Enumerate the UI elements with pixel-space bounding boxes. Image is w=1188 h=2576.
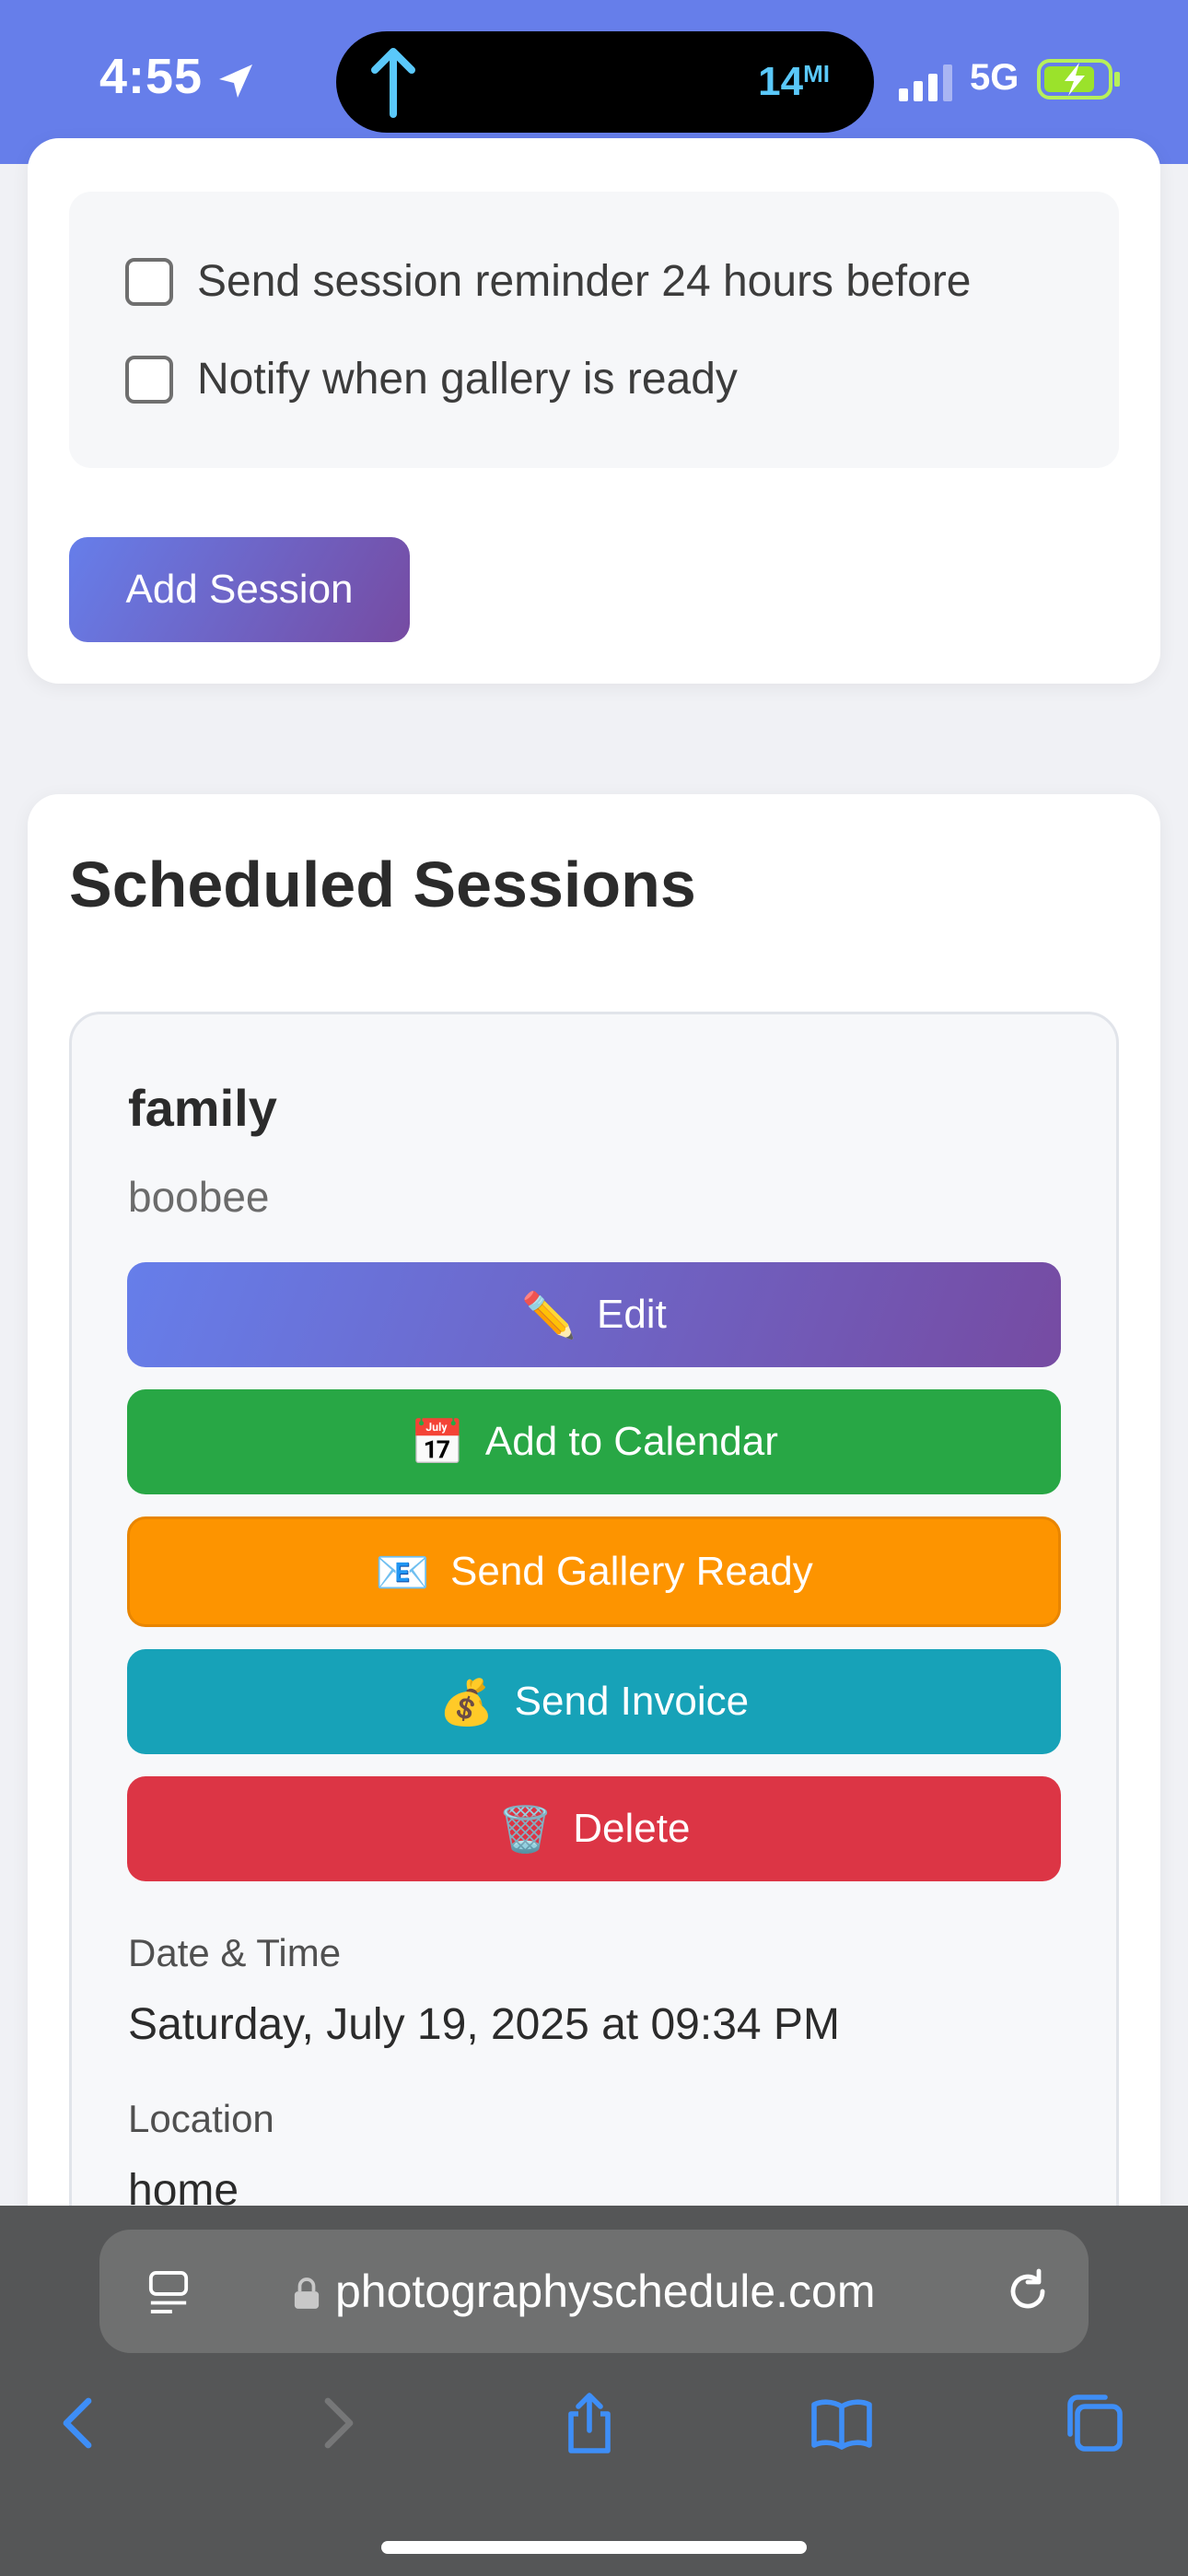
datetime-value: Saturday, July 19, 2025 at 09:34 PM [128,2000,840,2049]
datetime-label: Date & Time [128,1931,342,1974]
reminder-checkbox[interactable] [125,257,173,306]
bookmarks-icon[interactable] [809,2390,875,2456]
signal-icon [899,64,952,101]
tabs-icon[interactable] [1061,2390,1127,2456]
reload-icon[interactable] [1004,2266,1052,2316]
session-type: family [128,1079,277,1137]
share-icon[interactable] [556,2390,623,2456]
battery-charging-icon [1037,59,1120,100]
navigation-distance: 14MI [758,59,830,104]
pencil-icon: ✏️ [521,1291,577,1341]
money-bag-icon: 💰 [438,1678,495,1727]
calendar-label: Add to Calendar [484,1419,778,1464]
edit-button[interactable]: ✏️ Edit [127,1262,1061,1367]
network-type: 5G [970,57,1019,98]
send-invoice-button[interactable]: 💰 Send Invoice [127,1649,1061,1754]
invoice-label: Send Invoice [514,1679,750,1724]
reminder-option[interactable]: Send session reminder 24 hours before [125,256,972,307]
lock-icon [294,2277,320,2309]
gallery-checkbox[interactable] [125,355,173,404]
back-icon[interactable] [46,2390,112,2456]
gallery-option[interactable]: Notify when gallery is ready [125,354,738,404]
session-client: boobee [128,1173,270,1221]
navigation-arrow-icon [371,48,415,118]
add-to-calendar-button[interactable]: 📅 Add to Calendar [127,1389,1061,1494]
home-indicator [381,2541,807,2554]
gallery-label: Notify when gallery is ready [197,355,738,404]
gallery-ready-label: Send Gallery Ready [450,1549,813,1594]
url-text[interactable]: photographyschedule.com [335,2265,876,2318]
reader-icon[interactable] [147,2268,190,2316]
forward-icon[interactable] [304,2390,370,2456]
trash-icon: 🗑️ [497,1805,553,1855]
notification-options [69,192,1119,468]
location-label: Location [128,2097,274,2140]
delete-label: Delete [573,1806,691,1851]
section-title: Scheduled Sessions [69,849,696,920]
edit-label: Edit [596,1292,667,1337]
status-time: 4:55 [99,49,204,104]
dynamic-island[interactable]: 14MI [336,31,874,133]
add-session-button[interactable]: Add Session [69,537,410,642]
reminder-label: Send session reminder 24 hours before [197,257,972,306]
send-gallery-ready-button[interactable]: 📧 Send Gallery Ready [127,1516,1061,1627]
location-arrow-icon [219,64,252,98]
delete-button[interactable]: 🗑️ Delete [127,1776,1061,1881]
calendar-icon: 📅 [410,1418,465,1468]
email-icon: 📧 [375,1548,430,1598]
